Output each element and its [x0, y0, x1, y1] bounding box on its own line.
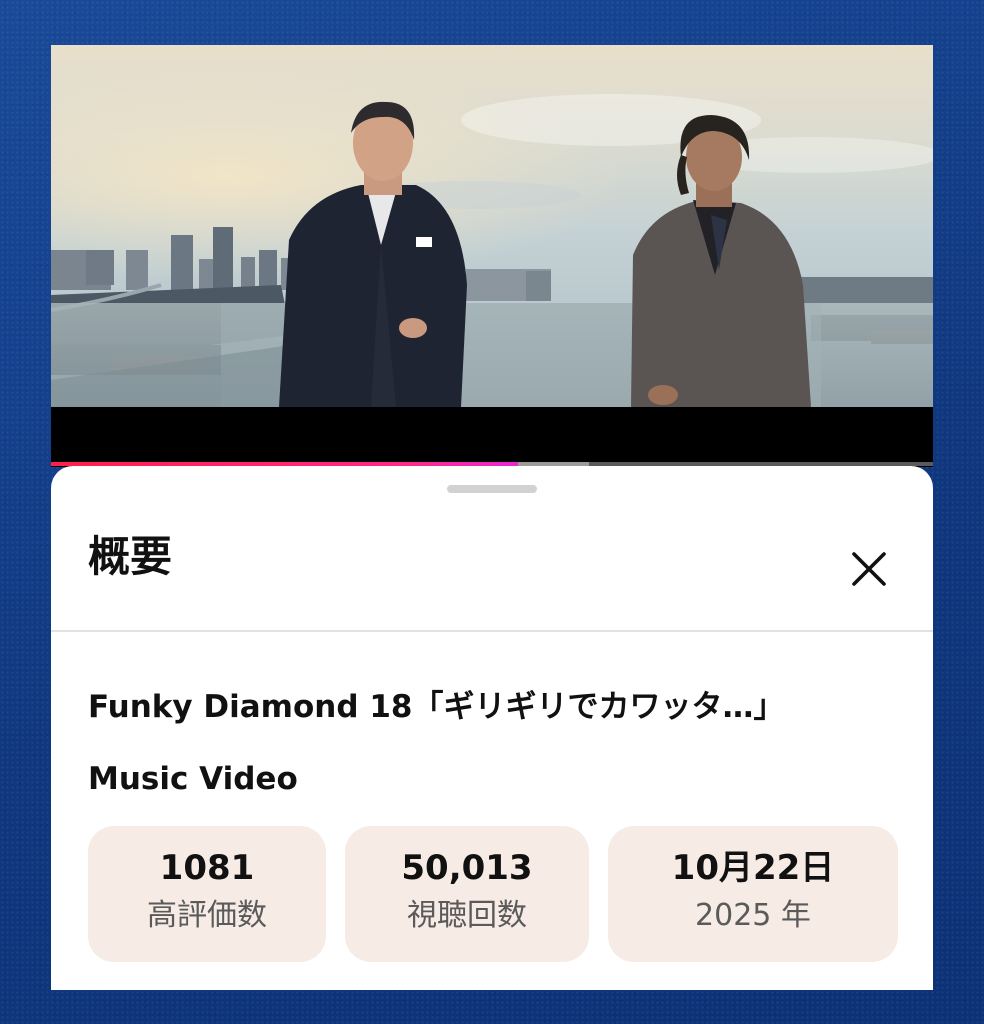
stat-views: 50,013 視聴回数	[345, 826, 589, 962]
close-button[interactable]	[849, 549, 889, 589]
stat-upload-date: 10月22日 2025 年	[608, 826, 898, 962]
divider	[51, 630, 933, 632]
drag-handle[interactable]	[447, 485, 537, 493]
stat-likes-label: 高評価数	[147, 898, 267, 933]
video-title-line-1: Funky Diamond 18「ギリギリでカワッタ…」	[88, 689, 785, 725]
video-player[interactable]	[51, 45, 933, 407]
stat-likes: 1081 高評価数	[88, 826, 326, 962]
video-title-line-2: Music Video	[88, 761, 298, 797]
video-title: Funky Diamond 18「ギリギリでカワッタ…」 Music Video	[88, 671, 908, 815]
stat-date-value: 10月22日	[671, 848, 835, 888]
close-icon	[852, 552, 886, 586]
description-sheet: 概要 Funky Diamond 18「ギリギリでカワッタ…」 Music Vi…	[51, 466, 933, 990]
stat-views-value: 50,013	[401, 848, 533, 888]
video-controls-bar	[51, 407, 933, 467]
video-frame-image	[51, 45, 933, 407]
stats-row: 1081 高評価数 50,013 視聴回数 10月22日 2025 年	[51, 826, 933, 962]
stat-likes-value: 1081	[159, 848, 255, 888]
stat-date-year: 2025 年	[695, 898, 811, 933]
stat-views-label: 視聴回数	[407, 898, 527, 933]
sheet-title: 概要	[88, 532, 173, 581]
